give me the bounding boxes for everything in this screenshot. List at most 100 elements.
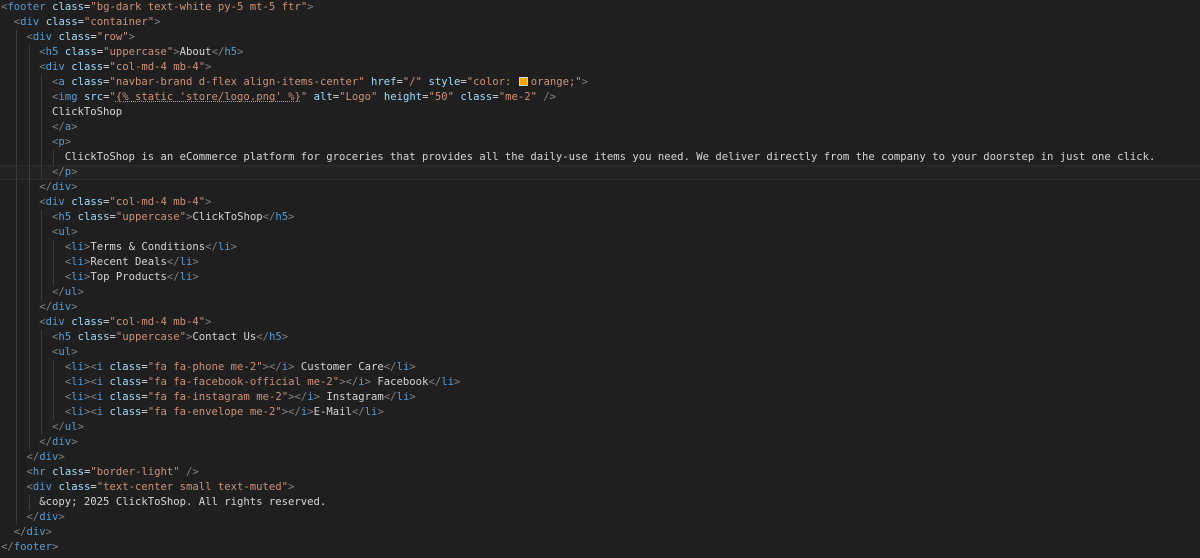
code-line[interactable]: </div> — [0, 510, 1200, 525]
code-tag-name: div — [52, 181, 72, 193]
code-line[interactable]: <div class="col-md-4 mb-4"> — [0, 195, 1200, 210]
code-line[interactable]: ClickToShop — [0, 105, 1200, 120]
indent-guide — [53, 240, 55, 255]
code-line[interactable]: <div class="row"> — [0, 30, 1200, 45]
code-tag-name: div — [52, 436, 72, 448]
code-line[interactable]: ClickToShop is an eCommerce platform for… — [0, 150, 1200, 165]
code-string: "col-md-4 mb-4" — [109, 196, 206, 208]
code-line[interactable]: </ul> — [0, 285, 1200, 300]
indent-guide — [16, 210, 18, 225]
indent-guide — [16, 255, 18, 270]
code-bracket: > — [205, 61, 212, 73]
code-line[interactable]: <p> — [0, 135, 1200, 150]
indent-guide — [16, 75, 18, 90]
code-attribute: class — [45, 16, 78, 28]
code-bracket: > — [377, 406, 384, 418]
code-template-expression: {% static 'store/logo.png' %} — [115, 91, 301, 103]
code-line[interactable]: <ul> — [0, 345, 1200, 360]
code-tag-name: div — [32, 31, 53, 43]
code-tag-name: li — [71, 406, 84, 418]
code-line[interactable]: </a> — [0, 120, 1200, 135]
code-line[interactable]: <li>Terms & Conditions</li> — [0, 240, 1200, 255]
code-line[interactable]: <li><i class="fa fa-facebook-official me… — [0, 375, 1200, 390]
code-line[interactable]: </div> — [0, 300, 1200, 315]
indent-guide — [40, 345, 42, 360]
code-string: "fa fa-instagram me-2" — [147, 391, 289, 403]
code-bracket: </ — [211, 46, 225, 58]
code-line[interactable]: </ul> — [0, 420, 1200, 435]
code-tag-name: ul — [64, 421, 78, 433]
indent-guide — [53, 390, 55, 405]
code-string: "navbar-brand d-flex align-items-center" — [109, 76, 365, 88]
code-string: "Logo" — [339, 91, 378, 103]
code-editor[interactable]: <footer class="bg-dark text-white py-5 m… — [0, 0, 1200, 558]
indent-guide — [16, 90, 18, 105]
code-tag-name: div — [26, 526, 46, 538]
code-line[interactable]: </div> — [0, 525, 1200, 540]
code-line[interactable]: <hr class="border-light" /> — [0, 465, 1200, 480]
indent-guide — [16, 60, 18, 75]
indent-guide — [16, 45, 18, 60]
indent-guide — [28, 315, 30, 330]
code-bracket: > — [71, 181, 78, 193]
code-line[interactable]: <img src="{% static 'store/logo.png' %}"… — [0, 90, 1200, 105]
indent-guide — [16, 195, 18, 210]
code-string: "text-center small text-muted" — [96, 481, 289, 493]
indent-guide — [40, 255, 42, 270]
code-tag-name: li — [179, 256, 193, 268]
code-line[interactable]: <li><i class="fa fa-envelope me-2"></i>E… — [0, 405, 1200, 420]
indent-guide — [28, 255, 30, 270]
indent-guide — [28, 390, 30, 405]
code-bracket: > — [237, 46, 244, 58]
indent-guide — [16, 390, 18, 405]
code-line[interactable]: <li>Recent Deals</li> — [0, 255, 1200, 270]
code-line[interactable]: <li>Top Products</li> — [0, 270, 1200, 285]
code-line[interactable]: <li><i class="fa fa-phone me-2"></i> Cus… — [0, 360, 1200, 375]
code-line[interactable]: <li><i class="fa fa-instagram me-2"></i>… — [0, 390, 1200, 405]
indent-guide — [40, 270, 42, 285]
code-line[interactable]: <h5 class="uppercase">Contact Us</h5> — [0, 330, 1200, 345]
indent-guide — [16, 495, 18, 510]
code-line[interactable]: <ul> — [0, 225, 1200, 240]
code-line[interactable]: </p> — [0, 165, 1200, 180]
code-attribute: style — [428, 76, 461, 88]
code-line[interactable]: </footer> — [0, 540, 1200, 555]
code-line[interactable]: <div class="container"> — [0, 15, 1200, 30]
code-line[interactable]: <div class="col-md-4 mb-4"> — [0, 315, 1200, 330]
code-line[interactable]: <h5 class="uppercase">ClickToShop</h5> — [0, 210, 1200, 225]
code-string: "/" — [402, 76, 423, 88]
indent-guide — [28, 135, 30, 150]
code-line[interactable]: <footer class="bg-dark text-white py-5 m… — [0, 0, 1200, 15]
code-line[interactable]: <a class="navbar-brand d-flex align-item… — [0, 75, 1200, 90]
code-attribute: class — [109, 361, 142, 373]
code-line[interactable]: <div class="col-md-4 mb-4"> — [0, 60, 1200, 75]
code-attribute: class — [64, 46, 97, 58]
code-bracket: </ — [52, 286, 65, 298]
code-line[interactable]: </div> — [0, 450, 1200, 465]
indent-guide — [40, 210, 42, 225]
code-tag-name: hr — [32, 466, 46, 478]
code-text: E-Mail — [313, 406, 352, 418]
code-string: "50" — [428, 91, 455, 103]
indent-guide — [16, 105, 18, 120]
code-attribute: src — [83, 91, 104, 103]
code-line[interactable]: </div> — [0, 180, 1200, 195]
code-line[interactable]: <div class="text-center small text-muted… — [0, 480, 1200, 495]
color-swatch-icon[interactable] — [518, 77, 528, 86]
code-attribute: class — [77, 211, 110, 223]
code-tag-name: li — [441, 376, 454, 388]
code-string: "fa fa-envelope me-2" — [147, 406, 282, 418]
code-bracket: > — [205, 316, 212, 328]
code-tag-name: div — [45, 196, 65, 208]
code-line[interactable]: <h5 class="uppercase">About</h5> — [0, 45, 1200, 60]
code-tag-name: li — [396, 361, 410, 373]
code-bracket: > — [71, 226, 78, 238]
code-bracket: > — [58, 451, 65, 463]
code-line[interactable]: </div> — [0, 435, 1200, 450]
code-line[interactable]: &copy; 2025 ClickToShop. All rights rese… — [0, 495, 1200, 510]
